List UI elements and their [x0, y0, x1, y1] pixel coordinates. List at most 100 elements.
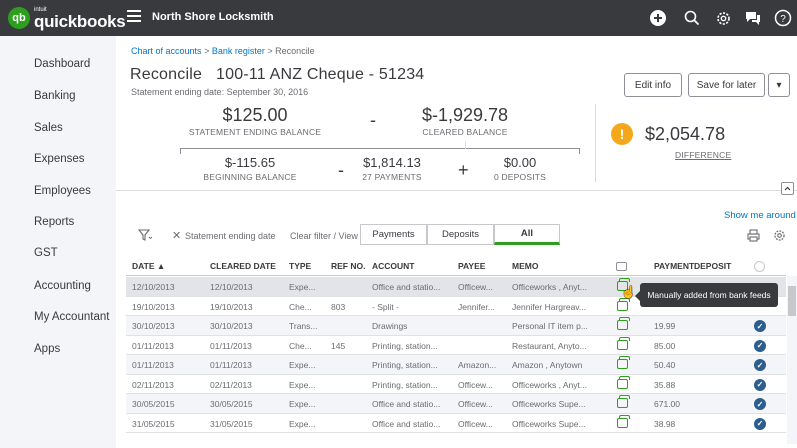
sidebar-item-expenses[interactable]: Expenses: [34, 153, 85, 165]
col-type[interactable]: TYPE: [289, 261, 311, 271]
bank-feed-icon[interactable]: [617, 317, 630, 330]
row-payee: Officew...: [458, 282, 493, 292]
row-payment: 35.88: [654, 379, 676, 390]
cleared-check-icon[interactable]: ✓: [754, 339, 766, 352]
section-divider: [116, 190, 797, 191]
statement-date-filter: Statement ending date: [185, 231, 276, 241]
search-icon[interactable]: [681, 7, 703, 29]
col-cleared-date[interactable]: CLEARED DATE: [210, 261, 276, 271]
sidebar-item-dashboard[interactable]: Dashboard: [34, 58, 90, 70]
save-dropdown-button[interactable]: ▾: [768, 73, 790, 97]
sidebar-item-apps[interactable]: Apps: [34, 343, 60, 355]
clear-filter-link[interactable]: Clear filter / View: [290, 231, 358, 241]
col-deposit[interactable]: DEPOSIT: [694, 261, 731, 271]
cursor-hand-icon: ☝: [621, 285, 636, 299]
col-date[interactable]: DATE ▲: [132, 261, 165, 271]
table-row[interactable]: 01/11/2013 01/11/2013 Che... 145 Printing, s…: [126, 336, 786, 355]
quickbooks-logo[interactable]: qb intuit quickbooks: [8, 7, 126, 30]
row-cleared-date: 30/05/2015: [210, 399, 253, 409]
sidebar-item-reports[interactable]: Reports: [34, 216, 74, 228]
settings-gear-icon[interactable]: [773, 229, 786, 245]
deposits-value: $0.00: [503, 155, 537, 170]
bank-feed-icon[interactable]: [617, 414, 630, 428]
table-row[interactable]: 30/10/2013 30/10/2013 Trans... Drawings Pers…: [126, 316, 786, 336]
statement-ending-balance-value: $125.00: [222, 105, 288, 125]
bank-feed-icon[interactable]: [617, 375, 630, 389]
select-all-checkbox[interactable]: [754, 261, 765, 272]
col-ref-no[interactable]: REF NO.: [331, 261, 365, 271]
sidebar-item-banking[interactable]: Banking: [34, 90, 76, 102]
cleared-check-icon[interactable]: ✓: [754, 320, 766, 332]
row-cleared-date: 30/10/2013: [210, 321, 253, 331]
help-icon[interactable]: ?: [772, 7, 794, 29]
bank-feed-icon[interactable]: [617, 336, 630, 350]
gear-icon[interactable]: [712, 7, 734, 29]
remove-filter-icon[interactable]: ✕: [172, 229, 181, 242]
bank-feed-icon[interactable]: [617, 297, 630, 311]
table-row[interactable]: 31/05/2015 31/05/2015 Expe... Office and st…: [126, 414, 786, 433]
row-payment: 38.98: [654, 418, 676, 429]
col-memo[interactable]: MEMO: [512, 261, 538, 271]
row-cleared-date: 01/11/2013: [210, 340, 252, 351]
breadcrumb-chart-of-accounts[interactable]: Chart of accounts: [131, 46, 202, 56]
table-row[interactable]: 01/11/2013 01/11/2013 Expe... Printing, sta…: [126, 355, 786, 375]
row-payee: Amazon...: [458, 360, 497, 370]
plus-operator: +: [458, 160, 469, 180]
statement-ending-balance-label: STATEMENT ENDING BALANCE: [188, 127, 322, 137]
sidebar-item-gst[interactable]: GST: [34, 247, 58, 259]
row-account: Office and statio...: [372, 399, 441, 409]
tab-all[interactable]: All: [494, 224, 560, 245]
beginning-balance-value: $-115.65: [224, 155, 276, 170]
table-header: DATE ▲ CLEARED DATE TYPE REF NO. ACCOUNT…: [126, 256, 786, 276]
sidebar-item-accounting[interactable]: Accounting: [34, 280, 91, 292]
table-scrollbar[interactable]: [787, 276, 797, 444]
edit-info-button[interactable]: Edit info: [624, 73, 682, 97]
bank-feed-icon[interactable]: [617, 395, 630, 408]
plus-icon[interactable]: [647, 7, 669, 29]
row-payee: Jennifer...: [458, 301, 495, 312]
difference-value: $2,054.78: [645, 124, 726, 144]
row-payee: Officew...: [458, 399, 493, 409]
save-for-later-button[interactable]: Save for later: [688, 73, 765, 97]
scrollbar-thumb[interactable]: [788, 286, 796, 316]
sidebar-item-employees[interactable]: Employees: [34, 185, 91, 197]
col-payee[interactable]: PAYEE: [458, 261, 485, 271]
cleared-balance-value: $-1,929.78: [421, 105, 509, 125]
bank-feed-icon[interactable]: [617, 356, 630, 369]
row-payee: Officew...: [458, 379, 493, 390]
sidebar-item-my-accountant[interactable]: My Accountant: [34, 311, 109, 323]
row-type: Che...: [289, 301, 312, 312]
cleared-check-icon[interactable]: ✓: [754, 417, 766, 430]
sidebar-item-sales[interactable]: Sales: [34, 122, 63, 134]
show-me-around-link[interactable]: Show me around: [724, 210, 796, 221]
payments-value: $1,814.13: [363, 155, 421, 170]
row-cleared-date: 19/10/2013: [210, 301, 253, 312]
row-type: Expe...: [289, 418, 316, 429]
breadcrumb-bank-register[interactable]: Bank register: [212, 46, 265, 56]
tab-payments[interactable]: Payments: [360, 224, 427, 245]
row-date: 02/11/2013: [132, 379, 174, 390]
table-row[interactable]: 02/11/2013 02/11/2013 Expe... Printing, sta…: [126, 375, 786, 394]
row-cleared-date: 12/10/2013: [210, 282, 253, 292]
row-account: Office and statio...: [372, 418, 441, 429]
top-bar: qb intuit quickbooks North Shore Locksmi…: [0, 0, 797, 36]
col-payment[interactable]: PAYMENT: [654, 261, 694, 271]
filter-icon[interactable]: [137, 229, 153, 244]
print-icon[interactable]: [747, 229, 760, 245]
menu-icon[interactable]: [127, 10, 141, 24]
collapse-button[interactable]: [781, 182, 794, 195]
deposits-count-label: 0 DEPOSITS: [493, 172, 547, 182]
cleared-check-icon[interactable]: ✓: [754, 398, 766, 410]
table-row[interactable]: 30/05/2015 30/05/2015 Expe... Office and st…: [126, 394, 786, 414]
difference-label[interactable]: DIFFERENCE: [675, 150, 731, 160]
row-date: 01/11/2013: [132, 340, 174, 351]
cleared-check-icon[interactable]: ✓: [754, 378, 766, 391]
row-date: 12/10/2013: [132, 282, 175, 292]
col-account[interactable]: ACCOUNT: [372, 261, 415, 271]
cleared-check-icon[interactable]: ✓: [754, 359, 766, 371]
page-subtitle: Statement ending date: September 30, 201…: [131, 87, 309, 97]
chat-icon[interactable]: [742, 7, 764, 29]
tab-deposits[interactable]: Deposits: [427, 224, 494, 245]
payments-count-label: 27 PAYMENTS: [362, 172, 422, 182]
row-type: Che...: [289, 340, 312, 351]
